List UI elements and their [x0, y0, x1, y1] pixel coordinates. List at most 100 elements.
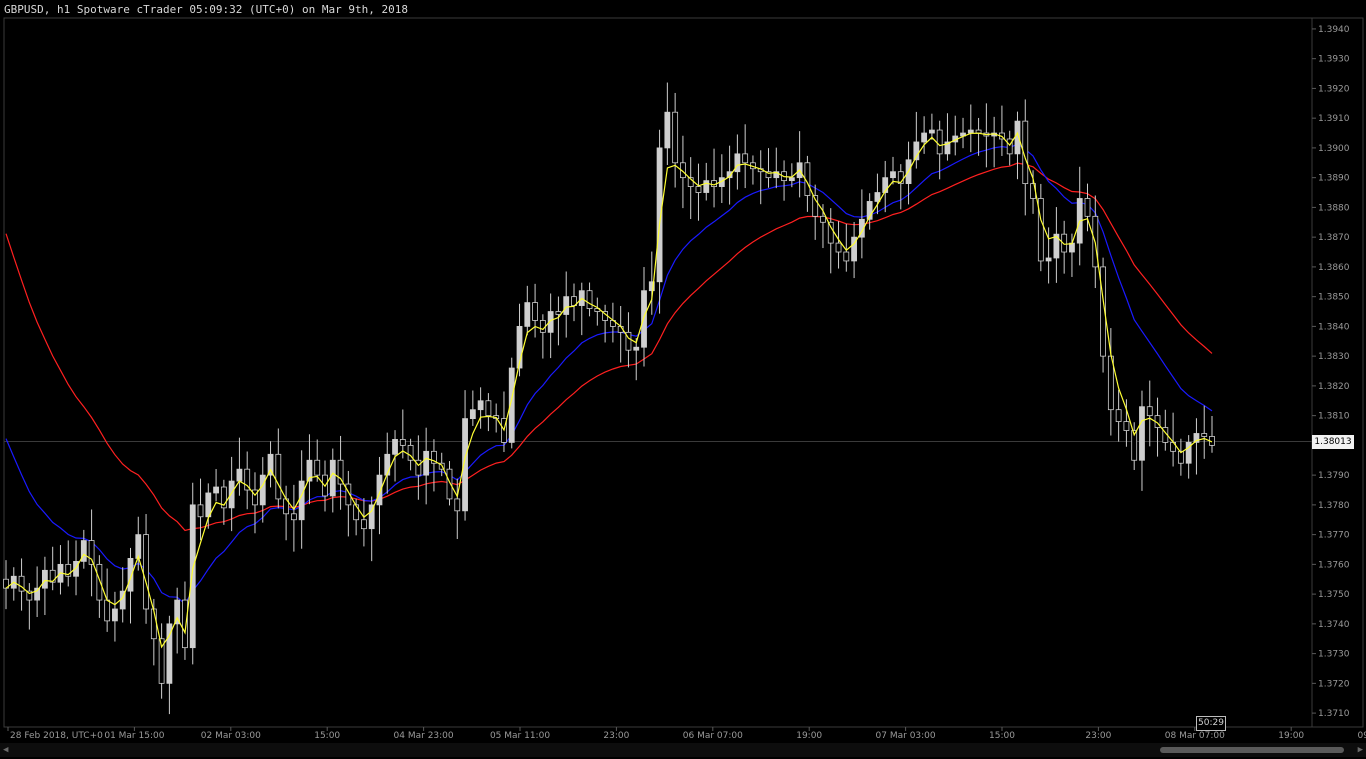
candle	[703, 162, 710, 201]
candle-body	[788, 177, 795, 182]
candle-body	[921, 132, 928, 143]
candle-body	[843, 251, 850, 262]
horizontal-scrollbar[interactable]: ◀ ▶	[0, 743, 1366, 757]
time-tick-label: 06 Mar 07:00	[683, 731, 743, 741]
candle-body	[42, 569, 48, 589]
price-tick-label: 1.3770	[1318, 531, 1350, 541]
price-axis-labels: 1.3710 1.3720 1.3730 1.3740 1.3750 1.3760 1.37…	[1312, 25, 1350, 719]
chart-title: GBPUSD, h1 Spotware cTrader 05:09:32 (UT…	[4, 3, 408, 16]
scrollbar-thumb[interactable]	[1160, 747, 1344, 753]
candle	[999, 105, 1005, 156]
candle	[1154, 397, 1161, 457]
candle	[586, 282, 593, 317]
candle	[1014, 111, 1021, 180]
candle	[127, 547, 134, 624]
candle-body	[664, 111, 671, 149]
candle	[49, 546, 56, 591]
candle-body	[485, 400, 492, 417]
price-tick-label: 1.3760	[1318, 560, 1350, 570]
time-tick-label: 02 Mar 03:00	[201, 731, 261, 741]
candle	[633, 338, 640, 381]
time-tick-label: 15:00	[314, 731, 340, 741]
candle	[189, 482, 196, 665]
candle-body	[143, 534, 149, 610]
candle	[18, 558, 25, 611]
candle-body	[742, 153, 749, 164]
candle	[431, 439, 437, 492]
candle	[897, 164, 904, 210]
candle	[944, 113, 951, 161]
time-tick-label: 28 Feb 2018, UTC+0	[10, 731, 103, 741]
candle-body	[298, 480, 305, 521]
candle-body	[1201, 433, 1208, 437]
time-axis-labels: 28 Feb 2018, UTC+0 01 Mar 15:00 02 Mar 03:…	[7, 727, 1366, 741]
price-tick-label: 1.3870	[1318, 233, 1350, 243]
candle	[835, 221, 842, 269]
candle	[485, 393, 492, 432]
candle	[267, 441, 274, 488]
candle-body	[469, 409, 476, 420]
candle-body	[524, 302, 531, 327]
price-tick-label: 1.3890	[1318, 174, 1350, 184]
arrow-right-icon[interactable]: ▶	[1358, 745, 1363, 755]
candle	[991, 116, 998, 168]
candle-body	[874, 192, 881, 202]
candle	[65, 540, 72, 587]
candle-body	[361, 519, 367, 530]
candle	[1061, 220, 1068, 274]
candle	[1115, 389, 1122, 442]
time-tick-label: 23:00	[1085, 731, 1111, 741]
time-tick-label: 05 Mar 11:00	[490, 731, 550, 741]
candle	[726, 145, 733, 205]
candle	[290, 484, 297, 552]
candle	[1193, 418, 1200, 475]
candle	[337, 435, 344, 510]
candle-body	[290, 513, 297, 521]
candle-body	[835, 242, 842, 253]
candle	[477, 387, 484, 429]
candle-body	[1123, 421, 1130, 431]
candle	[882, 160, 889, 213]
candle-body	[49, 569, 56, 583]
candle-body	[1006, 138, 1013, 155]
time-tick-label: 04 Mar 23:00	[394, 731, 454, 741]
price-tick-label: 1.3740	[1318, 620, 1350, 630]
candle	[143, 514, 149, 624]
candle-body	[1146, 406, 1153, 417]
candle-body	[890, 171, 896, 179]
candle-body	[734, 153, 741, 173]
candle-body	[820, 215, 826, 223]
candle	[306, 434, 313, 505]
candle	[975, 117, 982, 156]
candle-body	[975, 129, 982, 134]
time-tick-label: 08 Mar 07:00	[1165, 731, 1225, 741]
candle	[1209, 416, 1215, 453]
price-tick-label: 1.3790	[1318, 471, 1350, 481]
price-tick-label: 1.3720	[1318, 679, 1350, 689]
candle	[1030, 170, 1036, 214]
candle	[547, 293, 554, 359]
candle	[555, 296, 562, 346]
candle-body	[197, 504, 204, 518]
candle	[314, 439, 321, 482]
candle	[952, 115, 959, 156]
candle-body	[827, 221, 834, 244]
candle	[983, 103, 990, 168]
price-tick-label: 1.3810	[1318, 412, 1350, 422]
price-tick-label: 1.3850	[1318, 293, 1350, 303]
candle	[1201, 405, 1208, 459]
candle	[1139, 390, 1145, 491]
candle	[928, 113, 935, 140]
price-chart[interactable]: 1.3710 1.3720 1.3730 1.3740 1.3750 1.3760 1.37…	[0, 0, 1366, 759]
candle	[812, 184, 819, 240]
arrow-left-icon[interactable]: ◀	[3, 745, 8, 755]
candle	[259, 457, 266, 523]
candle	[57, 545, 64, 595]
price-tick-label: 1.3940	[1318, 25, 1350, 35]
time-tick-label: 19:00	[796, 731, 822, 741]
candle-body	[228, 480, 235, 509]
candle	[524, 285, 531, 336]
candle-body	[641, 290, 647, 348]
candle	[1053, 207, 1060, 283]
candle	[672, 92, 679, 188]
